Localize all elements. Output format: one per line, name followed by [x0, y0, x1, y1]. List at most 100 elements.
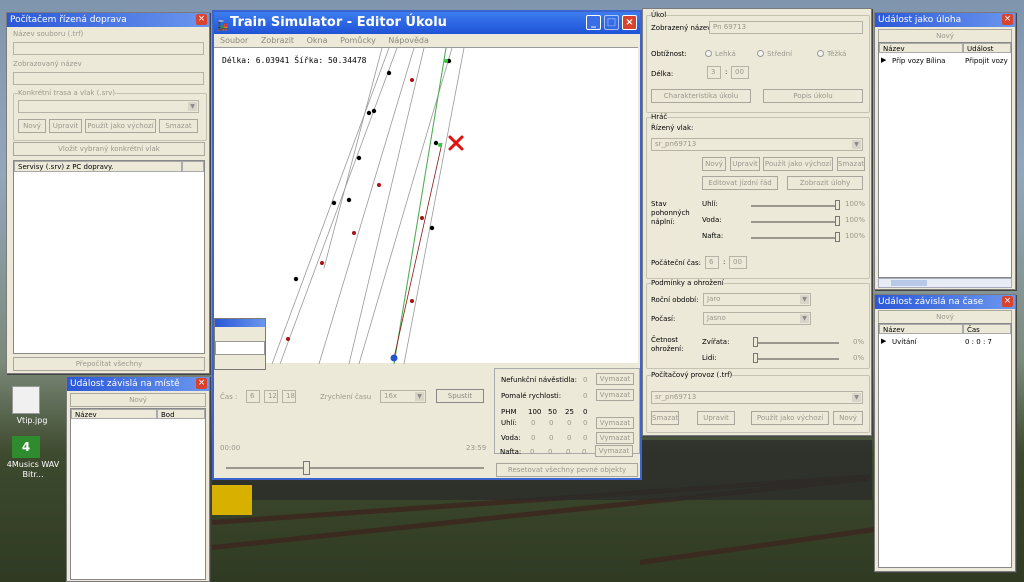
service-list-header[interactable] — [182, 161, 204, 172]
conditions-group: Podmínky a ohrožení Roční období: Jaro ▼ … — [646, 279, 870, 369]
task-group: Úkol Zobrazený název: Pn 69713 Obtížnost… — [646, 11, 870, 113]
close-icon[interactable]: × — [622, 15, 637, 30]
animals-slider[interactable] — [753, 337, 758, 347]
delete-button[interactable]: Smazat — [837, 157, 865, 171]
edit-button[interactable]: Upravit — [49, 119, 82, 133]
close-icon[interactable]: × — [196, 14, 207, 25]
use-default-button[interactable]: Použít jako výchozí — [85, 119, 156, 133]
close-icon[interactable]: × — [1002, 296, 1013, 307]
speedup-dropdown[interactable]: 16x ▼ — [380, 390, 426, 403]
difficulty-hard-radio[interactable] — [817, 50, 824, 57]
menu-help[interactable]: Nápověda — [388, 36, 429, 45]
column-header-point[interactable]: Bod — [157, 409, 205, 419]
fuel-count: 0 — [530, 448, 535, 456]
maximize-icon[interactable]: □ — [604, 15, 619, 30]
fuel-count: 0 — [531, 434, 536, 442]
water-slider[interactable] — [835, 216, 840, 226]
traffic-dropdown[interactable]: sr_pn69713 ▼ — [651, 391, 863, 404]
service-list-header[interactable]: Servisy (.srv) z PC dopravy. — [14, 161, 182, 172]
diesel-slider[interactable] — [835, 232, 840, 242]
traffic-default-button[interactable]: Použít jako výchozí — [751, 411, 829, 425]
scrollbar-thumb[interactable] — [891, 280, 927, 286]
column-header-name[interactable]: Název — [879, 324, 963, 334]
table-row-event[interactable]: Připojit vozy — [965, 57, 1008, 65]
time-event-list[interactable]: Název Čas ▶ Uvítání 0 : 0 : 7 — [878, 323, 1012, 568]
new-button[interactable]: Nový — [70, 393, 206, 407]
clear-coal-button[interactable]: Vymazat — [596, 417, 634, 429]
timeline-slider[interactable] — [302, 461, 310, 475]
task-description-button[interactable]: Popis úkolu — [763, 89, 863, 103]
length-hour-field[interactable]: 3 — [707, 66, 721, 79]
weather-dropdown[interactable]: Jasno ▼ — [703, 312, 811, 325]
minimize-icon[interactable]: _ — [586, 15, 601, 30]
close-icon[interactable]: × — [196, 378, 207, 389]
recalculate-button[interactable]: Přepočítat všechny — [13, 357, 205, 371]
column-header-name[interactable]: Název — [879, 43, 963, 53]
start-hour-field[interactable]: 6 — [705, 256, 719, 269]
traffic-new-button[interactable]: Nový — [833, 411, 863, 425]
menu-view[interactable]: Zobrazit — [261, 36, 294, 45]
route-map-canvas[interactable]: Délka: 6.03941 Šířka: 50.34478 — [214, 47, 638, 364]
column-header-event[interactable]: Událost — [963, 43, 1011, 53]
display-name-field[interactable]: Pn 69713 — [709, 21, 863, 34]
desktop-icon-label[interactable]: Vtip.jpg — [4, 416, 60, 425]
desktop-icon-label[interactable]: 4Musics WAV Bitr... — [0, 460, 66, 480]
table-row-time[interactable]: 0 : 0 : 7 — [965, 338, 992, 346]
chevron-down-icon: ▼ — [415, 392, 424, 401]
start-minute-field[interactable]: 00 — [729, 256, 747, 269]
show-tasks-button[interactable]: Zobrazit úlohy — [787, 176, 863, 190]
close-icon[interactable]: × — [1002, 14, 1013, 25]
edit-timetable-button[interactable]: Editovat jízdní řád — [702, 176, 778, 190]
route-dropdown[interactable]: ▼ — [18, 100, 199, 113]
service-list[interactable]: Servisy (.srv) z PC dopravy. — [13, 160, 205, 354]
difficulty-medium-radio[interactable] — [757, 50, 764, 57]
clear-signals-button[interactable]: Vymazat — [596, 373, 634, 385]
clear-slow-button[interactable]: Vymazat — [596, 389, 634, 401]
fuel-row-label: Voda: — [501, 434, 521, 442]
friendly-name-field[interactable] — [13, 72, 204, 85]
new-button[interactable]: Nový — [702, 157, 726, 171]
people-slider[interactable] — [753, 353, 758, 363]
traffic-edit-button[interactable]: Upravit — [697, 411, 735, 425]
clear-water-button[interactable]: Vymazat — [596, 432, 634, 444]
file-name-field[interactable] — [13, 42, 204, 55]
difficulty-easy-radio[interactable] — [705, 50, 712, 57]
image-file-icon[interactable] — [12, 386, 40, 414]
use-default-button[interactable]: Použít jako výchozí — [763, 157, 833, 171]
column-header-name[interactable]: Název — [71, 409, 157, 419]
fuel-row-label: Nafta: — [500, 448, 522, 456]
separator: : — [723, 258, 726, 266]
menu-windows[interactable]: Okna — [307, 36, 328, 45]
reset-objects-button[interactable]: Resetovat všechny pevné objekty — [496, 463, 638, 477]
time-minute-field[interactable]: 12 — [264, 390, 278, 403]
new-button[interactable]: Nový — [18, 119, 46, 133]
time-hour-field[interactable]: 6 — [246, 390, 260, 403]
insert-train-button[interactable]: Vložit vybraný konkrétní vlak — [13, 142, 205, 156]
table-row-name[interactable]: Uvítání — [892, 338, 917, 346]
chevron-down-icon: ▼ — [852, 393, 861, 402]
horizontal-scrollbar[interactable] — [878, 278, 1012, 288]
run-button[interactable]: Spustit — [436, 389, 484, 403]
delete-button[interactable]: Smazat — [159, 119, 198, 133]
new-button[interactable]: Nový — [878, 29, 1012, 43]
wallpaper-rail — [639, 526, 879, 565]
task-event-list[interactable]: Název Událost ▶ Příp vozy Bílina Připoji… — [878, 42, 1012, 278]
column-header-time[interactable]: Čas — [963, 324, 1011, 334]
clear-diesel-button[interactable]: Vymazat — [595, 445, 633, 457]
menu-tools[interactable]: Pomůcky — [340, 36, 376, 45]
season-dropdown[interactable]: Jaro ▼ — [703, 293, 811, 306]
task-properties-button[interactable]: Charakteristika úkolu — [651, 89, 751, 103]
place-event-list[interactable]: Název Bod — [70, 408, 206, 580]
length-minute-field[interactable]: 00 — [731, 66, 749, 79]
traffic-delete-button[interactable]: Smazat — [651, 411, 679, 425]
coal-slider[interactable] — [835, 200, 840, 210]
new-button[interactable]: Nový — [878, 310, 1012, 324]
table-row-name[interactable]: Příp vozy Bílina — [892, 57, 945, 65]
time-second-field[interactable]: 18 — [282, 390, 296, 403]
audio-app-icon[interactable]: 4 — [12, 436, 40, 458]
edit-button[interactable]: Upravit — [730, 157, 760, 171]
track-map[interactable] — [214, 48, 638, 364]
driven-train-dropdown[interactable]: sr_pn69713 ▼ — [651, 138, 863, 151]
mini-field[interactable] — [215, 341, 265, 355]
player-group-title: Hráč — [651, 113, 668, 121]
